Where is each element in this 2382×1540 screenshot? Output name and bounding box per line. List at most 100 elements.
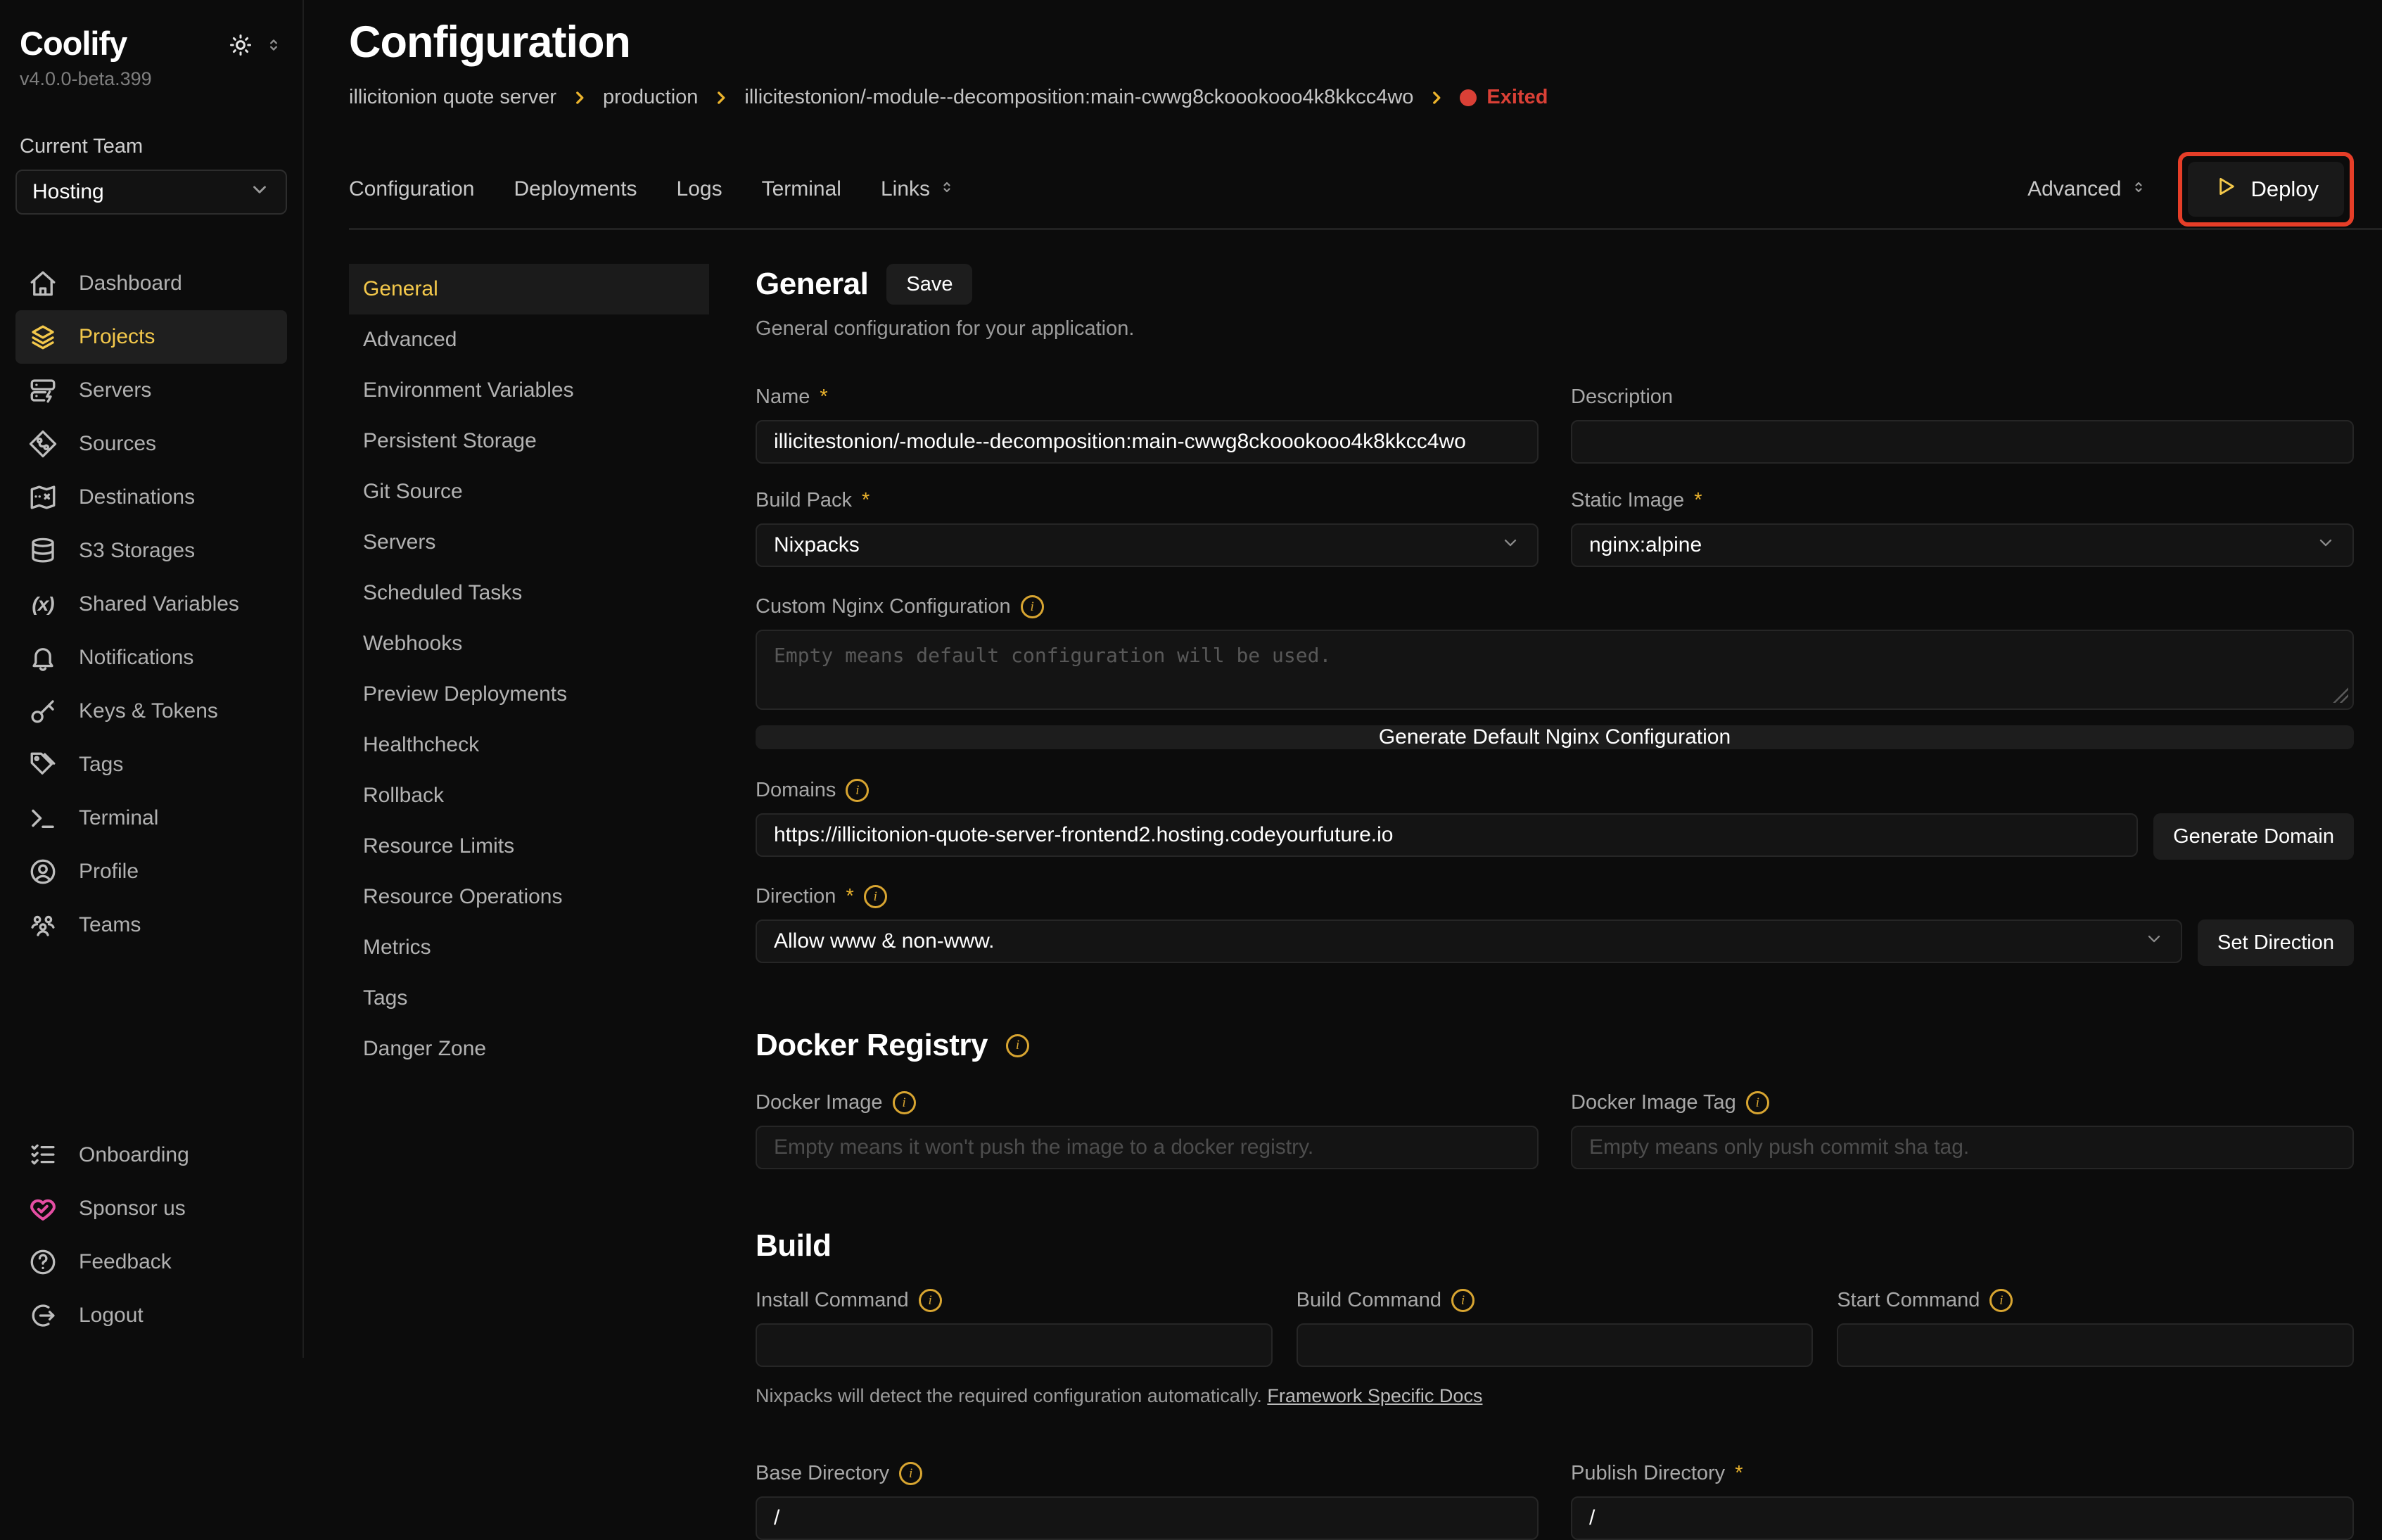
info-icon[interactable]: i <box>893 1091 916 1114</box>
domains-input[interactable] <box>756 813 2138 857</box>
sidebar-item-terminal[interactable]: Terminal <box>15 791 287 845</box>
docker-image-tag-input[interactable] <box>1571 1126 2354 1169</box>
sidebar-item-notifications[interactable]: Notifications <box>15 631 287 685</box>
breadcrumb-project[interactable]: illicitonion quote server <box>349 86 556 109</box>
advanced-dropdown[interactable]: Advanced <box>2027 177 2146 201</box>
subnav-item-scheduled-tasks[interactable]: Scheduled Tasks <box>349 568 709 618</box>
build-command-field: Build Command i <box>1297 1289 1814 1367</box>
subnav-item-servers[interactable]: Servers <box>349 517 709 568</box>
subnav-item-tags[interactable]: Tags <box>349 973 709 1024</box>
info-icon[interactable]: i <box>1021 595 1044 618</box>
generate-nginx-button[interactable]: Generate Default Nginx Configuration <box>756 725 2354 749</box>
subnav-item-healthcheck[interactable]: Healthcheck <box>349 720 709 770</box>
tab-configuration[interactable]: Configuration <box>349 177 474 201</box>
sidebar-item-projects[interactable]: Projects <box>15 310 287 364</box>
sidebar-item-servers[interactable]: Servers <box>15 364 287 417</box>
subnav-item-danger-zone[interactable]: Danger Zone <box>349 1024 709 1074</box>
info-icon[interactable]: i <box>846 779 869 802</box>
build-pack-select[interactable]: Nixpacks <box>756 523 1539 567</box>
breadcrumb-application[interactable]: illicitestonion/-module--decomposition:m… <box>744 86 1413 109</box>
base-directory-input[interactable] <box>756 1496 1539 1540</box>
sidebar-item-teams[interactable]: Teams <box>15 898 287 952</box>
save-button[interactable]: Save <box>886 264 972 305</box>
info-icon[interactable]: i <box>919 1289 942 1312</box>
install-command-input[interactable] <box>756 1323 1273 1367</box>
start-command-input[interactable] <box>1837 1323 2354 1367</box>
brand-row: Coolify <box>15 20 287 63</box>
tab-deployments[interactable]: Deployments <box>514 177 637 201</box>
subnav-item-resource-operations[interactable]: Resource Operations <box>349 872 709 922</box>
subnav-item-advanced[interactable]: Advanced <box>349 314 709 365</box>
subnav-item-git-source[interactable]: Git Source <box>349 466 709 517</box>
info-icon[interactable]: i <box>1006 1034 1029 1057</box>
section-title-general: General <box>756 267 868 302</box>
tabs: Configuration Deployments Logs Terminal … <box>349 177 955 201</box>
sidebar-item-label: Tags <box>79 753 123 777</box>
status-badge: Exited <box>1460 86 1548 109</box>
sidebar-item-keys-tokens[interactable]: Keys & Tokens <box>15 685 287 738</box>
docker-image-input[interactable] <box>756 1126 1539 1169</box>
sidebar-item-sources[interactable]: Sources <box>15 417 287 471</box>
info-icon[interactable]: i <box>864 885 887 908</box>
sidebar-item-s3-storages[interactable]: S3 Storages <box>15 524 287 578</box>
team-select[interactable]: Hosting <box>15 170 287 215</box>
map-icon <box>27 483 59 512</box>
tabbar: Configuration Deployments Logs Terminal … <box>349 150 2382 230</box>
subnav-item-persistent-storage[interactable]: Persistent Storage <box>349 416 709 466</box>
theme-updown-icon[interactable] <box>265 36 283 54</box>
subnav-item-general[interactable]: General <box>349 264 709 314</box>
sidebar-item-profile[interactable]: Profile <box>15 845 287 898</box>
subnav-item-webhooks[interactable]: Webhooks <box>349 618 709 669</box>
sidebar-item-sponsor[interactable]: Sponsor us <box>15 1182 287 1235</box>
set-direction-button[interactable]: Set Direction <box>2198 919 2354 966</box>
layers-icon <box>27 322 59 352</box>
build-command-input[interactable] <box>1297 1323 1814 1367</box>
sidebar-item-label: Terminal <box>79 806 158 830</box>
direction-select[interactable]: Allow www & non-www. <box>756 919 2182 963</box>
sidebar: Coolify v4.0.0-beta.399 Current Team Hos… <box>0 0 304 1358</box>
info-icon[interactable]: i <box>1989 1289 2013 1312</box>
subnav-item-preview-deployments[interactable]: Preview Deployments <box>349 669 709 720</box>
tab-terminal[interactable]: Terminal <box>762 177 841 201</box>
framework-docs-link[interactable]: Framework Specific Docs <box>1267 1385 1482 1406</box>
logout-icon <box>27 1301 59 1330</box>
sidebar-item-onboarding[interactable]: Onboarding <box>15 1128 287 1182</box>
subnav-item-rollback[interactable]: Rollback <box>349 770 709 821</box>
generate-domain-button[interactable]: Generate Domain <box>2153 813 2354 860</box>
users-icon <box>27 910 59 940</box>
sidebar-item-feedback[interactable]: Feedback <box>15 1235 287 1289</box>
sidebar-item-label: Sources <box>79 432 156 456</box>
deploy-button[interactable]: Deploy <box>2188 162 2345 217</box>
required-asterisk: * <box>846 885 853 908</box>
publish-directory-input[interactable] <box>1571 1496 2354 1540</box>
breadcrumb-separator-icon <box>712 89 730 107</box>
section-title-docker-registry: Docker Registry <box>756 1028 988 1063</box>
sidebar-item-logout[interactable]: Logout <box>15 1289 287 1342</box>
publish-directory-label: Publish Directory* <box>1571 1462 2354 1485</box>
subnav-item-resource-limits[interactable]: Resource Limits <box>349 821 709 872</box>
sidebar-nav: Dashboard Projects Servers <box>15 257 287 952</box>
static-image-select[interactable]: nginx:alpine <box>1571 523 2354 567</box>
build-command-label: Build Command i <box>1297 1289 1814 1312</box>
custom-nginx-textarea[interactable] <box>756 630 2354 710</box>
name-input[interactable] <box>756 420 1539 464</box>
info-icon[interactable]: i <box>1451 1289 1475 1312</box>
breadcrumb-environment[interactable]: production <box>603 86 698 109</box>
subnav-item-environment-variables[interactable]: Environment Variables <box>349 365 709 416</box>
description-label: Description <box>1571 386 2354 409</box>
sidebar-item-label: Profile <box>79 860 139 884</box>
sidebar-item-destinations[interactable]: Destinations <box>15 471 287 524</box>
sidebar-item-dashboard[interactable]: Dashboard <box>15 257 287 310</box>
tab-logs[interactable]: Logs <box>677 177 722 201</box>
tab-links[interactable]: Links <box>881 177 955 201</box>
section-description: General configuration for your applicati… <box>756 317 2354 341</box>
sun-icon[interactable] <box>228 32 253 58</box>
subnav-item-metrics[interactable]: Metrics <box>349 922 709 973</box>
sidebar-item-tags[interactable]: Tags <box>15 738 287 791</box>
required-asterisk: * <box>1735 1462 1743 1485</box>
user-circle-icon <box>27 857 59 886</box>
sidebar-item-shared-variables[interactable]: (x) Shared Variables <box>15 578 287 631</box>
info-icon[interactable]: i <box>1746 1091 1769 1114</box>
info-icon[interactable]: i <box>899 1462 922 1485</box>
description-input[interactable] <box>1571 420 2354 464</box>
